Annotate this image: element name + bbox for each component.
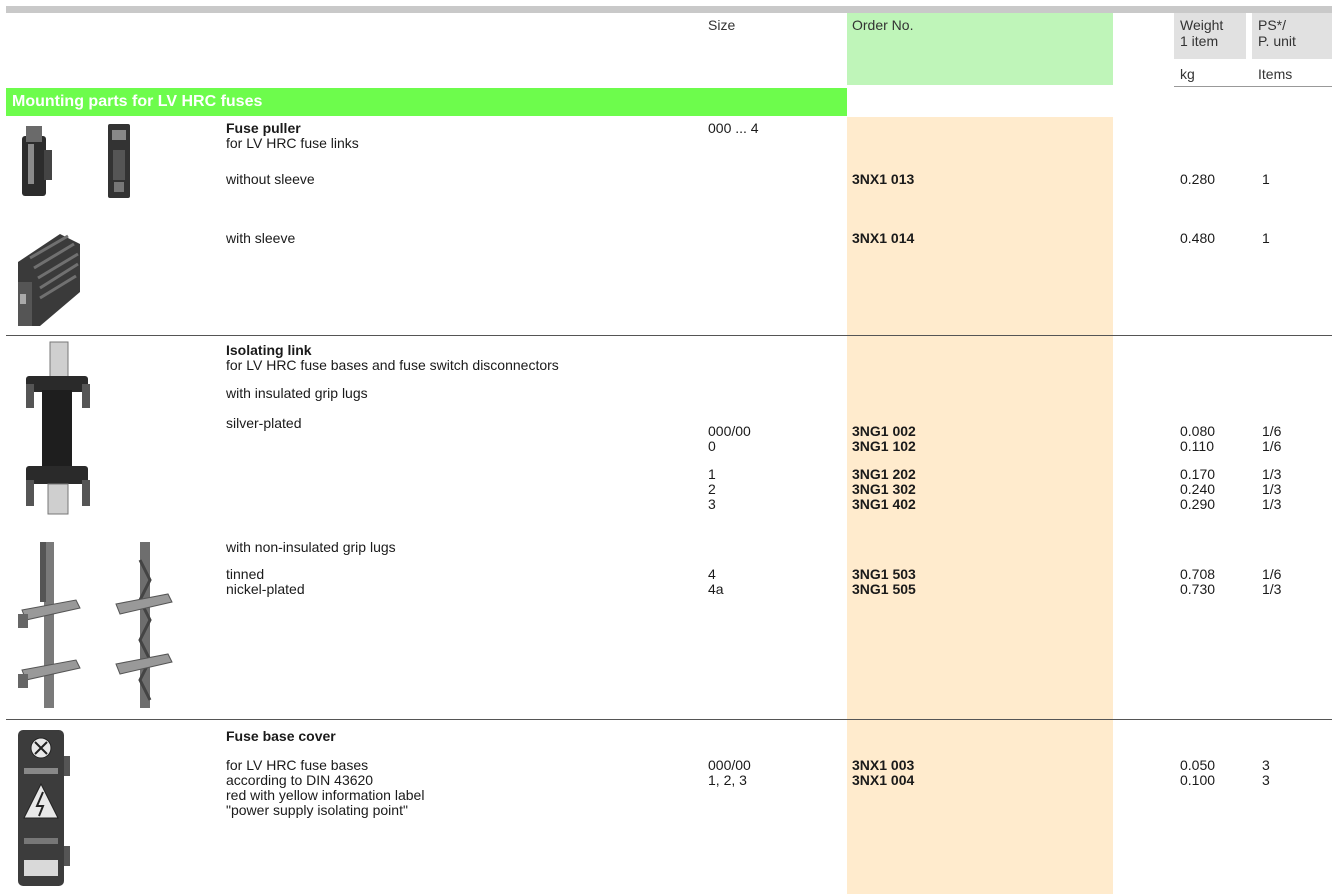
fuse-base-cover-desc: for LV HRC fuse bases bbox=[226, 757, 369, 773]
isolating-row-weight: 0.110 bbox=[1180, 438, 1214, 454]
isolating-link-image bbox=[26, 341, 90, 515]
section-divider bbox=[6, 335, 1332, 336]
fuse-puller-sleeve-image bbox=[18, 234, 80, 326]
isolating-row-ps: 1/3 bbox=[1262, 466, 1282, 482]
isolating-link-noninsulated-image bbox=[18, 542, 81, 708]
isolating-row-order: 3NG1 302 bbox=[852, 481, 916, 497]
noninsulated-row-size: 4 bbox=[708, 566, 716, 582]
fuse-base-cover-desc: red with yellow information label bbox=[226, 787, 425, 803]
fuse-puller-row-order: 3NX1 014 bbox=[852, 230, 915, 246]
fuse-puller-row-order: 3NX1 013 bbox=[852, 171, 915, 187]
fuse-base-cover-row-order: 3NX1 004 bbox=[852, 772, 915, 788]
noninsulated-row-desc: nickel-plated bbox=[226, 581, 305, 597]
fuse-puller-subtitle: for LV HRC fuse links bbox=[226, 135, 359, 151]
section-title: Mounting parts for LV HRC fuses bbox=[12, 93, 263, 110]
fuse-base-cover-desc: according to DIN 43620 bbox=[226, 772, 374, 788]
isolating-row-order: 3NG1 002 bbox=[852, 423, 916, 439]
fuse-base-cover-image bbox=[18, 730, 70, 886]
noninsulated-row-size: 4a bbox=[708, 581, 724, 597]
size-header: Size bbox=[708, 17, 736, 33]
fuse-puller-row-ps: 1 bbox=[1262, 171, 1270, 187]
fuse-puller-title: Fuse puller bbox=[226, 120, 301, 136]
isolating-row-order: 3NG1 102 bbox=[852, 438, 916, 454]
isolating-row-weight: 0.080 bbox=[1180, 423, 1216, 439]
fuse-base-cover-row-size: 1, 2, 3 bbox=[708, 772, 747, 788]
isolating-row-weight: 0.290 bbox=[1180, 496, 1216, 512]
noninsulated-row-desc: tinned bbox=[226, 566, 265, 582]
ps-header: PS*/ bbox=[1258, 17, 1287, 33]
isolating-row-ps: 1/6 bbox=[1262, 423, 1282, 439]
isolating-row-order: 3NG1 202 bbox=[852, 466, 916, 482]
isolating-row-ps: 1/3 bbox=[1262, 481, 1282, 497]
noninsulated-row-ps: 1/3 bbox=[1262, 581, 1282, 597]
top-rule bbox=[6, 6, 1332, 13]
unit-kg: kg bbox=[1180, 66, 1195, 82]
fuse-puller-row-desc: without sleeve bbox=[226, 171, 315, 187]
fuse-puller-row-desc: with sleeve bbox=[226, 230, 296, 246]
isolating-row-order: 3NG1 402 bbox=[852, 496, 916, 512]
noninsulated-row-order: 3NG1 505 bbox=[852, 581, 916, 597]
fuse-puller-row-weight: 0.280 bbox=[1180, 171, 1216, 187]
fuse-base-cover-row-ps: 3 bbox=[1262, 772, 1270, 788]
isolating-row-ps: 1/6 bbox=[1262, 438, 1282, 454]
fuse-base-cover-row-order: 3NX1 003 bbox=[852, 757, 915, 773]
isolating-row-weight: 0.240 bbox=[1180, 481, 1216, 497]
isolating-row-size: 3 bbox=[708, 496, 716, 512]
fuse-base-cover-row-weight: 0.100 bbox=[1180, 772, 1216, 788]
isolating-link-subtitle: for LV HRC fuse bases and fuse switch di… bbox=[226, 357, 559, 373]
ps-subheader: P. unit bbox=[1258, 33, 1296, 49]
noninsulated-row-weight: 0.730 bbox=[1180, 581, 1216, 597]
fuse-base-cover-row-ps: 3 bbox=[1262, 757, 1270, 773]
isolating-row-ps: 1/3 bbox=[1262, 496, 1282, 512]
fuse-base-cover-title: Fuse base cover bbox=[226, 728, 336, 744]
silver-plated-label: silver-plated bbox=[226, 415, 302, 431]
weight-header: Weight bbox=[1180, 17, 1224, 33]
unit-items: Items bbox=[1258, 66, 1293, 82]
noninsulated-row-weight: 0.708 bbox=[1180, 566, 1216, 582]
fuse-puller-row-weight: 0.480 bbox=[1180, 230, 1216, 246]
fuse-puller-image bbox=[22, 126, 52, 196]
section-divider bbox=[6, 719, 1332, 720]
fuse-puller-row-ps: 1 bbox=[1262, 230, 1270, 246]
isolating-row-size: 2 bbox=[708, 481, 716, 497]
fuse-base-cover-desc: "power supply isolating point" bbox=[226, 802, 408, 818]
fuse-base-cover-row-weight: 0.050 bbox=[1180, 757, 1216, 773]
noninsulated-grip-label: with non-insulated grip lugs bbox=[226, 539, 396, 555]
isolating-row-size: 0 bbox=[708, 438, 716, 454]
insulated-grip-label: with insulated grip lugs bbox=[226, 385, 368, 401]
isolating-row-size: 1 bbox=[708, 466, 716, 482]
noninsulated-row-order: 3NG1 503 bbox=[852, 566, 916, 582]
isolating-row-weight: 0.170 bbox=[1180, 466, 1216, 482]
isolating-link-noninsulated-image-2 bbox=[115, 542, 173, 708]
noninsulated-row-ps: 1/6 bbox=[1262, 566, 1282, 582]
fuse-puller-image-2 bbox=[108, 124, 130, 198]
isolating-link-title: Isolating link bbox=[226, 342, 312, 358]
units-underline bbox=[1174, 86, 1332, 87]
order-no-header: Order No. bbox=[852, 17, 914, 33]
fuse-base-cover-row-size: 000/00 bbox=[708, 757, 751, 773]
weight-subheader: 1 item bbox=[1180, 33, 1219, 49]
fuse-puller-size: 000 ... 4 bbox=[708, 120, 759, 136]
isolating-row-size: 000/00 bbox=[708, 423, 751, 439]
